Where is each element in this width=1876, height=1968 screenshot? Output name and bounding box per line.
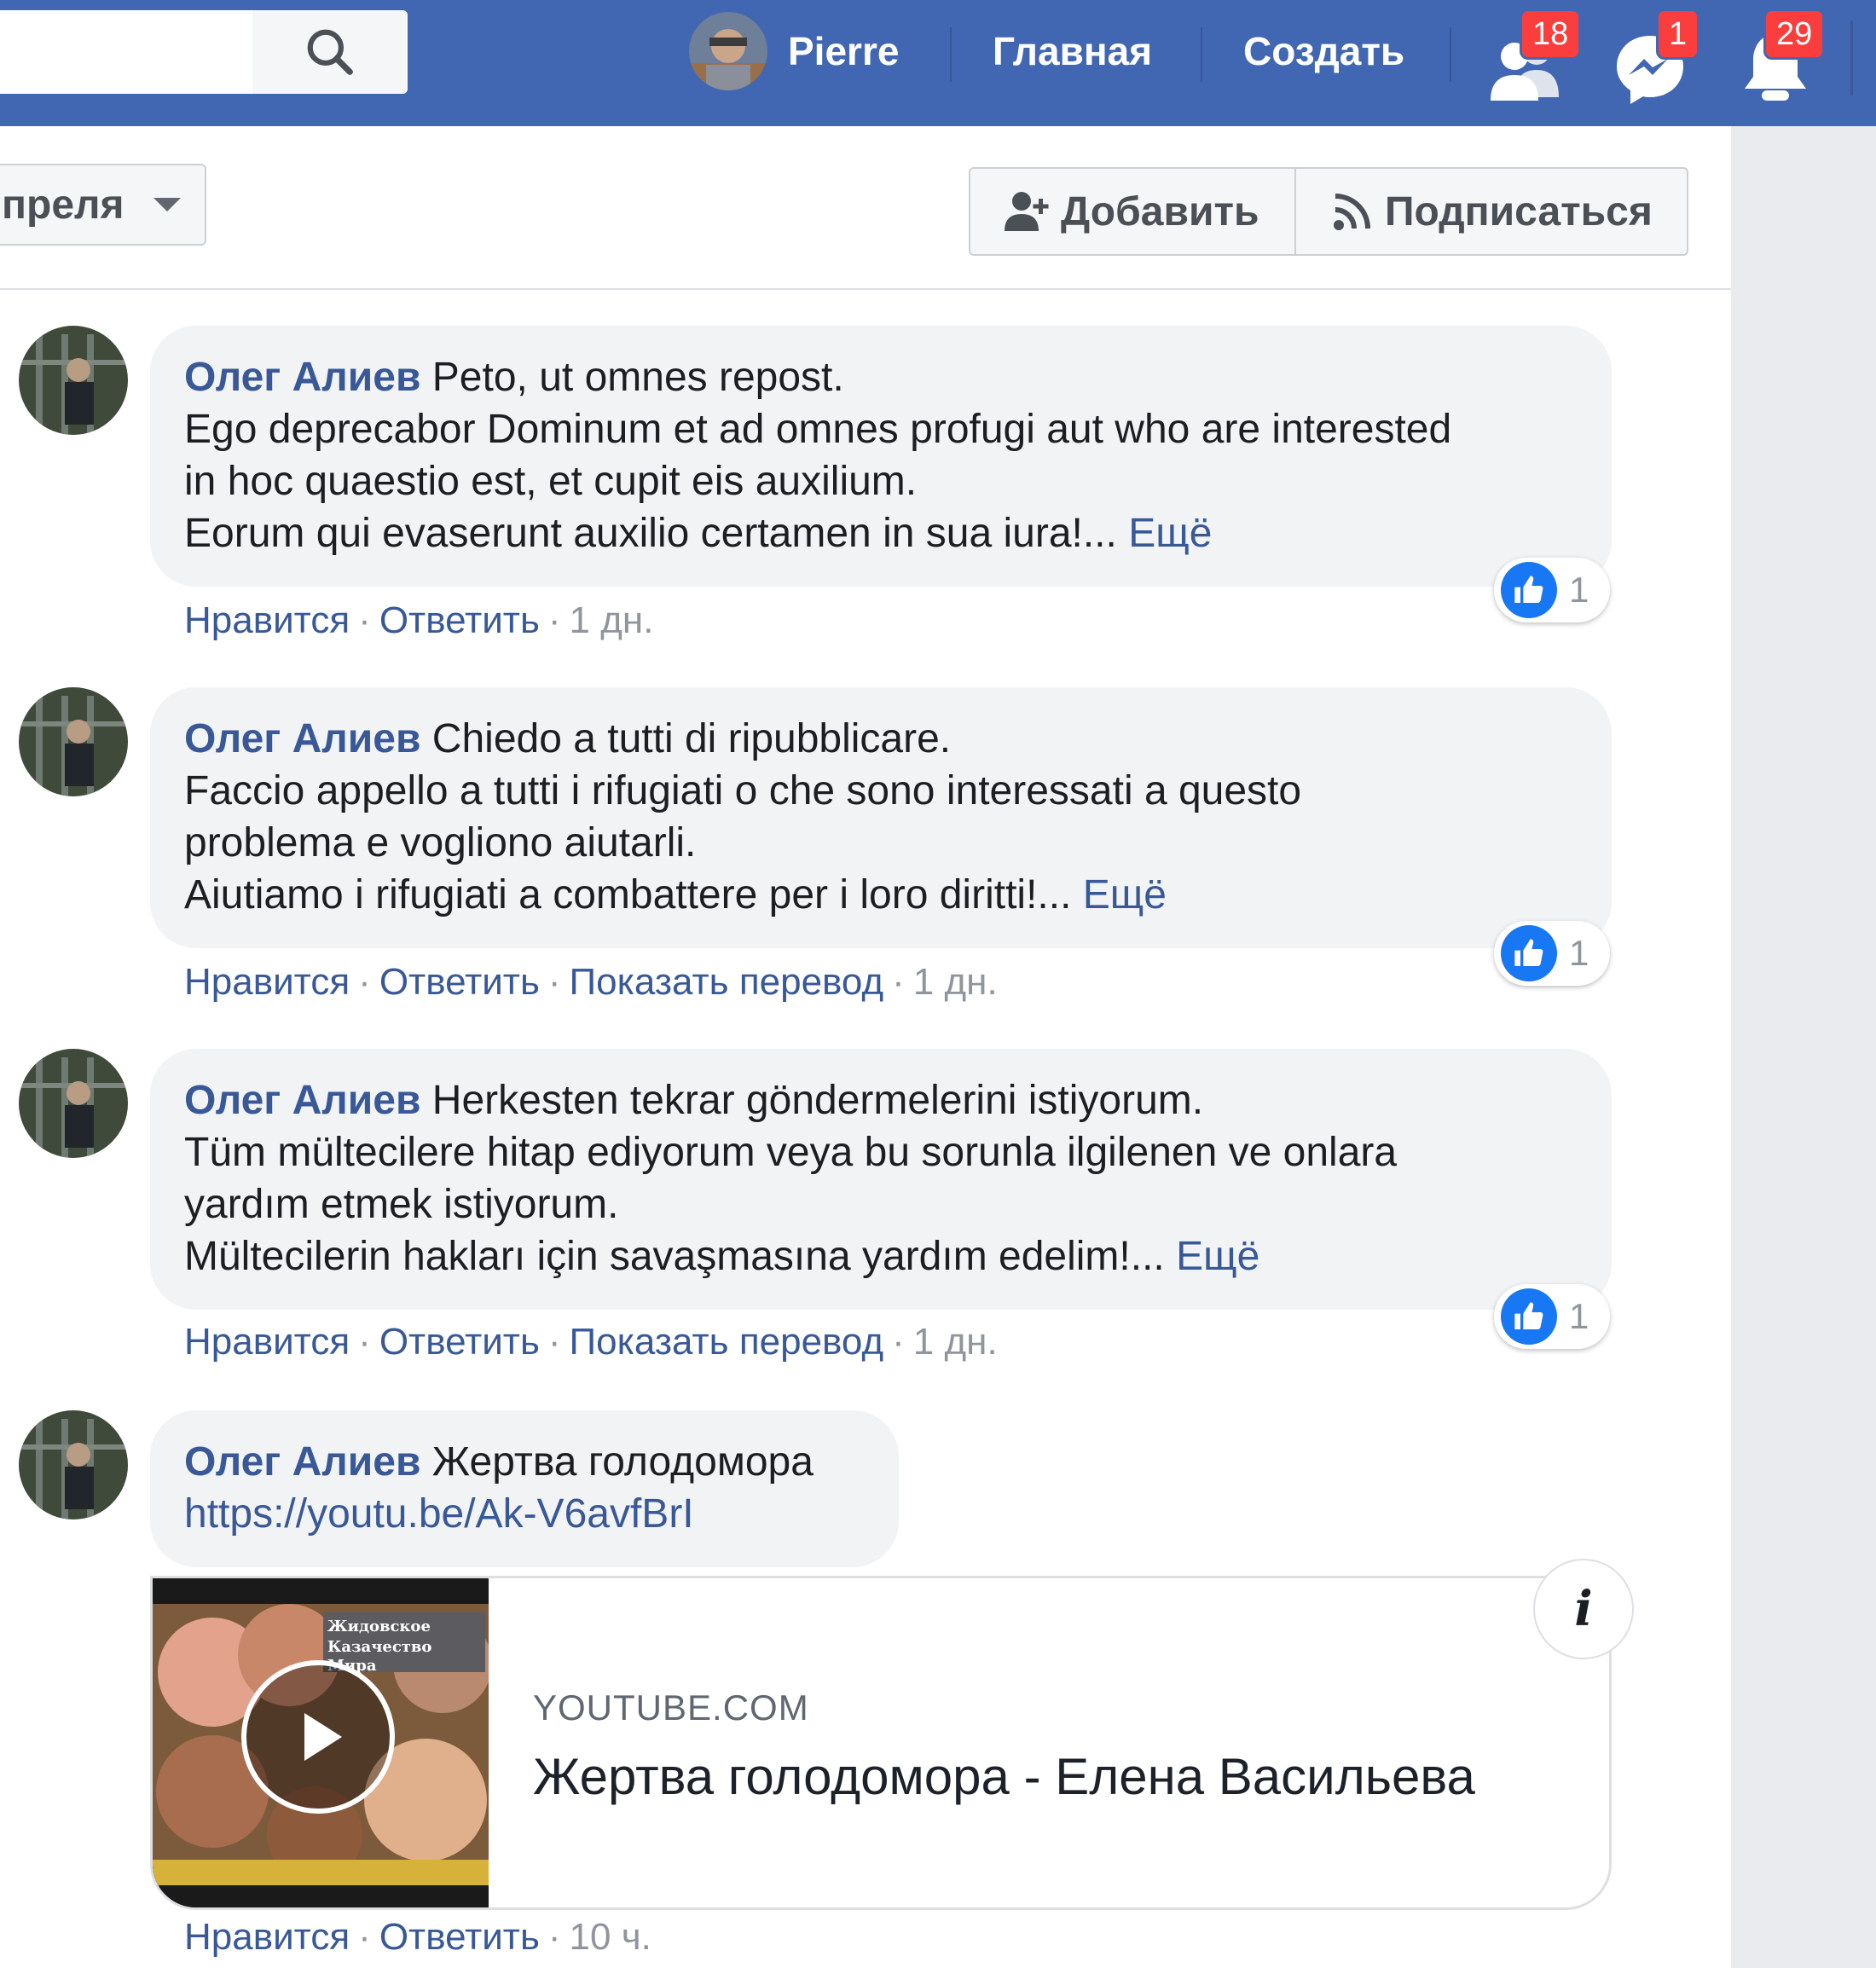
date-filter-select[interactable]: преля bbox=[0, 164, 206, 246]
nav-divider bbox=[950, 27, 952, 82]
comment-author[interactable]: Олег Алиев bbox=[184, 1078, 420, 1123]
like-link[interactable]: Нравится bbox=[184, 1321, 350, 1363]
commenter-avatar[interactable] bbox=[19, 1410, 128, 1519]
like-count: 1 bbox=[1569, 1296, 1589, 1336]
add-friend-button[interactable]: Добавить bbox=[969, 167, 1296, 256]
search-button[interactable] bbox=[252, 10, 408, 94]
right-gutter bbox=[1731, 126, 1876, 1968]
comment-text: Faccio appello a tutti i rifugiati o che… bbox=[184, 768, 1302, 813]
video-thumbnail[interactable]: Жидовское Казачество Мира bbox=[153, 1578, 489, 1907]
thumbnail-caption: Жидовское bbox=[327, 1618, 431, 1635]
like-link[interactable]: Нравится bbox=[184, 599, 350, 641]
subscribe-label: Подписаться bbox=[1385, 188, 1653, 234]
link-preview-card[interactable]: Жидовское Казачество Мира YOUTUBE.COM Же… bbox=[150, 1576, 1612, 1910]
comment-timestamp[interactable]: 1 дн. bbox=[570, 599, 654, 641]
thumbnail-caption: Казачество bbox=[327, 1638, 431, 1656]
comment-text: problema e vogliono aiutarli. bbox=[184, 820, 697, 865]
link-title[interactable]: Жертва голодомора - Елена Васильева bbox=[533, 1747, 1475, 1806]
reply-link[interactable]: Ответить bbox=[379, 1916, 540, 1958]
avatar bbox=[689, 12, 767, 90]
reaction-summary[interactable]: 1 bbox=[1494, 558, 1610, 622]
youtube-link[interactable]: https://youtu.be/Ak-V6avfBrI bbox=[184, 1488, 865, 1540]
comments-header: преля Добавить Подписаться bbox=[0, 126, 1731, 290]
see-more-link[interactable]: Ещё bbox=[1128, 511, 1212, 556]
like-count: 1 bbox=[1569, 933, 1589, 973]
show-translation-link[interactable]: Показать перевод bbox=[570, 961, 884, 1003]
comment-author[interactable]: Олег Алиев bbox=[184, 716, 420, 761]
comment-bubble: Олег Алиев Chiedo a tutti di ripubblicar… bbox=[150, 687, 1612, 948]
chevron-down-icon bbox=[153, 198, 181, 211]
like-reaction-icon bbox=[1501, 562, 1557, 618]
comment-actions: Нравится · Ответить · Показать перевод · 1 дн. bbox=[184, 961, 998, 1003]
messages-badge: 1 bbox=[1656, 9, 1700, 60]
comment-text: Eorum qui evaserunt auxilio certamen in … bbox=[184, 511, 1117, 556]
nav-divider bbox=[1850, 20, 1853, 96]
comment-actions: Нравится · Ответить · Показать перевод · 1 дн. bbox=[184, 1321, 998, 1363]
commenter-avatar[interactable] bbox=[19, 687, 128, 796]
comment-author[interactable]: Олег Алиев bbox=[184, 355, 420, 400]
comment-author[interactable]: Олег Алиев bbox=[184, 1439, 420, 1485]
like-count: 1 bbox=[1569, 570, 1589, 610]
profile-name: Pierre bbox=[788, 29, 900, 73]
comment-bubble: Олег Алиев Herkesten tekrar göndermeleri… bbox=[150, 1049, 1612, 1310]
comment-text: in hoc quaestio est, et cupit eis auxili… bbox=[184, 459, 918, 504]
play-icon[interactable] bbox=[241, 1660, 395, 1814]
comment-actions: Нравится · Ответить · 10 ч. bbox=[184, 1916, 651, 1958]
info-icon[interactable]: i bbox=[1533, 1559, 1634, 1659]
comment-text: Tüm mültecilere hitap ediyorum veya bu s… bbox=[184, 1130, 1398, 1175]
reply-link[interactable]: Ответить bbox=[379, 1321, 540, 1363]
link-domain: YOUTUBE.COM bbox=[533, 1687, 809, 1728]
comment-timestamp[interactable]: 10 ч. bbox=[570, 1916, 651, 1958]
reply-link[interactable]: Ответить bbox=[379, 961, 540, 1003]
notifications-badge: 29 bbox=[1763, 9, 1826, 60]
reaction-summary[interactable]: 1 bbox=[1494, 921, 1610, 986]
comment-timestamp[interactable]: 1 дн. bbox=[913, 961, 998, 1003]
like-reaction-icon bbox=[1501, 925, 1557, 981]
subscribe-button[interactable]: Подписаться bbox=[1294, 167, 1688, 256]
profile-link[interactable]: Pierre bbox=[689, 12, 899, 90]
comment-text: Ego deprecabor Dominum et ad omnes profu… bbox=[184, 407, 1452, 452]
comment-timestamp[interactable]: 1 дн. bbox=[913, 1321, 998, 1363]
reaction-summary[interactable]: 1 bbox=[1494, 1284, 1610, 1349]
comment-text: Herkesten tekrar göndermelerini istiyoru… bbox=[420, 1078, 1204, 1123]
date-filter-value: преля bbox=[2, 182, 124, 228]
messages-button[interactable]: 1 bbox=[1612, 9, 1700, 104]
comment-actions: Нравится · Ответить · 1 дн. bbox=[184, 599, 654, 641]
comment-text: Mültecilerin hakları için savaşmasına ya… bbox=[184, 1234, 1165, 1279]
comment-text: Chiedo a tutti di ripubblicare. bbox=[420, 716, 952, 761]
see-more-link[interactable]: Ещё bbox=[1083, 872, 1167, 917]
nav-divider bbox=[1201, 27, 1202, 82]
commenter-avatar[interactable] bbox=[19, 1049, 128, 1158]
friend-requests-button[interactable]: 18 bbox=[1485, 9, 1582, 101]
like-reaction-icon bbox=[1501, 1288, 1557, 1345]
nav-divider bbox=[1450, 27, 1451, 82]
comment-text: Aiutiamo i rifugiati a combattere per i … bbox=[184, 872, 1072, 917]
top-navigation-bar: Pierre Главная Создать 18 1 29 bbox=[0, 0, 1876, 126]
rss-icon bbox=[1334, 194, 1370, 230]
commenter-avatar[interactable] bbox=[19, 326, 128, 435]
like-link[interactable]: Нравится bbox=[184, 961, 350, 1003]
see-more-link[interactable]: Ещё bbox=[1176, 1234, 1259, 1279]
friend-requests-badge: 18 bbox=[1520, 9, 1582, 60]
like-link[interactable]: Нравится bbox=[184, 1916, 350, 1958]
comment-text: Peto, ut omnes repost. bbox=[420, 355, 844, 400]
comment-bubble: Олег Алиев Жертва голодомора https://you… bbox=[150, 1410, 899, 1567]
nav-home-link[interactable]: Главная bbox=[993, 26, 1152, 77]
add-friend-icon bbox=[1005, 192, 1049, 231]
comment-text: Жертва голодомора bbox=[420, 1439, 814, 1485]
notifications-button[interactable]: 29 bbox=[1740, 9, 1826, 101]
search-icon bbox=[307, 29, 353, 75]
reply-link[interactable]: Ответить bbox=[379, 599, 540, 641]
nav-create-link[interactable]: Создать bbox=[1243, 26, 1404, 77]
comment-bubble: Олег Алиев Peto, ut omnes repost. Ego de… bbox=[150, 326, 1612, 587]
show-translation-link[interactable]: Показать перевод bbox=[570, 1321, 884, 1363]
comment-text: yardım etmek istiyorum. bbox=[184, 1182, 619, 1227]
add-friend-label: Добавить bbox=[1061, 188, 1259, 234]
